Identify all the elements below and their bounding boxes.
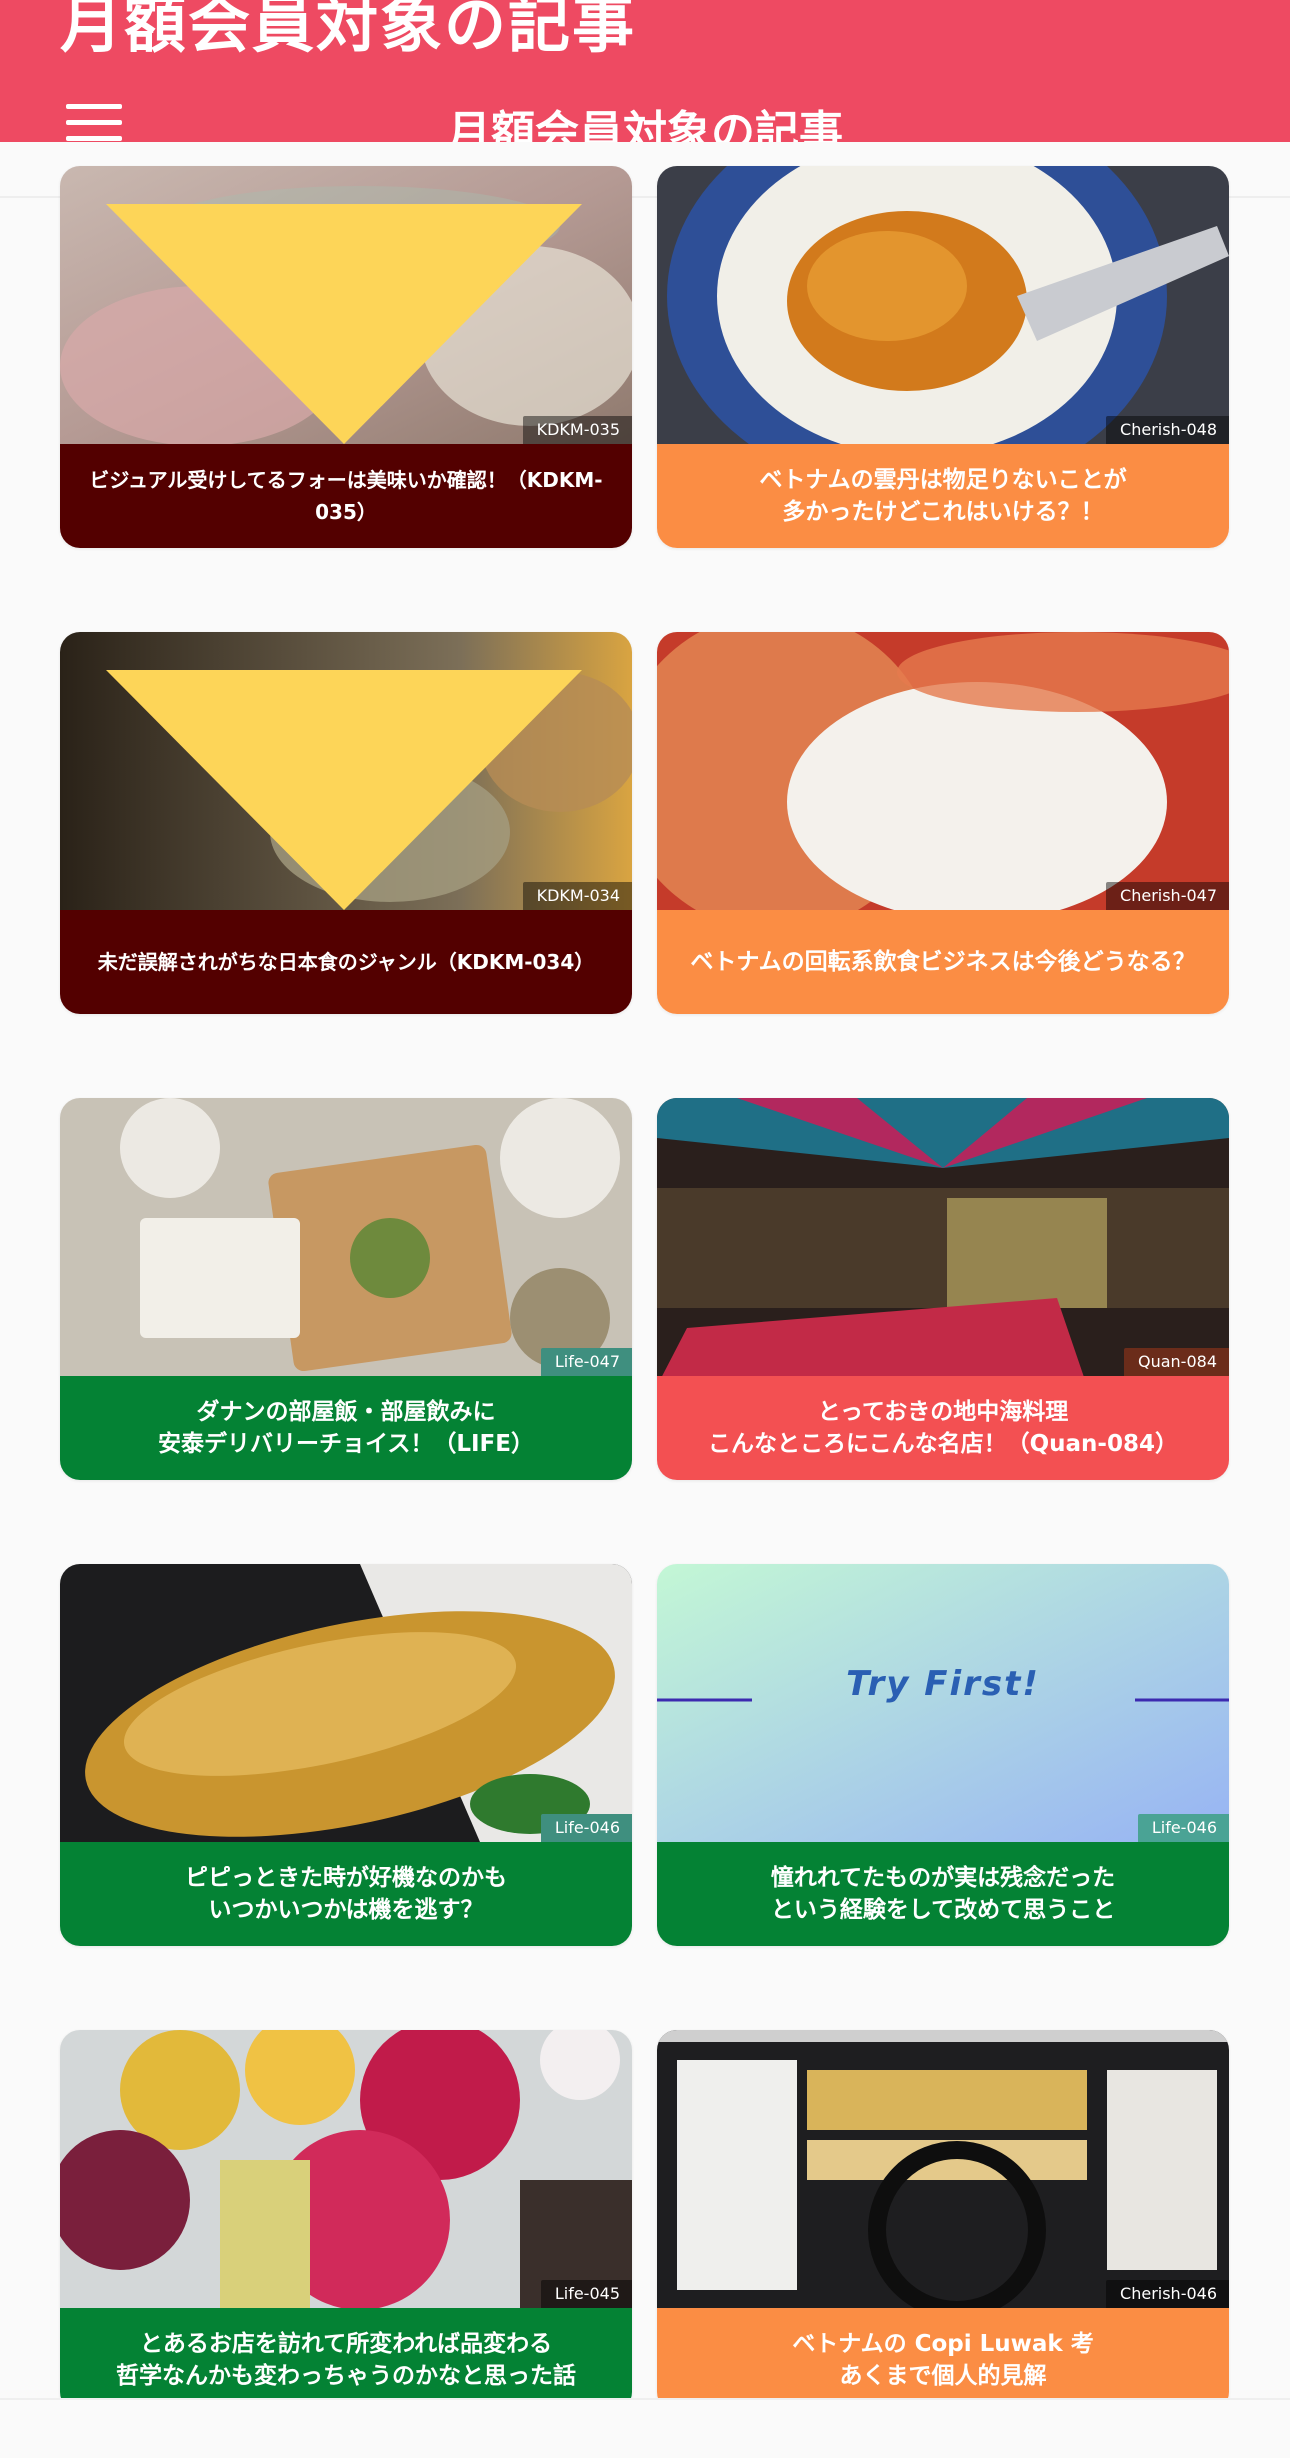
article-card-life-045[interactable]: Life-045 とあるお店を訪れて所変われば品変わる 哲学なんかも変わっちゃう… <box>60 2030 632 2412</box>
article-code-badge: Cherish-047 <box>1106 882 1229 910</box>
article-code-badge: KDKM-035 <box>522 416 632 444</box>
article-thumbnail: Life-046 <box>60 1564 632 1842</box>
article-thumbnail: KDKM-034 <box>60 632 632 910</box>
article-code-badge: Life-045 <box>540 2280 632 2308</box>
article-thumbnail: KDKM-035 <box>60 166 632 444</box>
article-title: ベトナムの Copi Luwak 考 あくまで個人的見解 <box>792 2331 1094 2389</box>
article-card-kdkm-035[interactable]: KDKM-035 ビジュアル受けしてるフォーは美味いか確認！（KDKM-035） <box>60 166 632 548</box>
article-code-badge: Life-046 <box>1137 1814 1229 1842</box>
article-title-bar: ベトナムの回転系飲食ビジネスは今後どうなる？ <box>657 910 1229 1014</box>
article-code-badge: Life-046 <box>540 1814 632 1842</box>
article-title: とっておきの地中海料理 こんなところにこんな名店！（Quan-084） <box>708 1399 1178 1457</box>
app-header: 月額会員対象の記事 月額会員対象の記事 <box>0 0 1290 142</box>
article-code-badge: Quan-084 <box>1124 1348 1229 1376</box>
article-card-quan-084[interactable]: Quan-084 とっておきの地中海料理 こんなところにこんな名店！（Quan-… <box>657 1098 1229 1480</box>
article-card-life-047[interactable]: Life-047 ダナンの部屋飯・部屋飲みに 安泰デリバリーチョイス！（LIFE… <box>60 1098 632 1480</box>
bottom-safe-area <box>0 2398 1290 2458</box>
article-card-life-046-b[interactable]: Try First! Life-046 憧れれてたものが実は残念だった という経… <box>657 1564 1229 1946</box>
article-title-bar: ピピっときた時が好機なのかも いつかいつかは機を逃す？ <box>60 1842 632 1946</box>
article-thumbnail: Try First! Life-046 <box>657 1564 1229 1842</box>
article-title-bar: 憧れれてたものが実は残念だった という経験をして改めて思うこと <box>657 1842 1229 1946</box>
article-title: ベトナムの回転系飲食ビジネスは今後どうなる？ <box>690 949 1196 975</box>
article-thumbnail: Cherish-048 <box>657 166 1229 444</box>
try-first-text: Try First! <box>846 1664 1040 1704</box>
article-title-bar: ビジュアル受けしてるフォーは美味いか確認！（KDKM-035） <box>60 444 632 548</box>
article-title-bar: ダナンの部屋飯・部屋飲みに 安泰デリバリーチョイス！（LIFE） <box>60 1376 632 1480</box>
article-code-badge: KDKM-034 <box>522 882 632 910</box>
article-title-bar: ベトナムの Copi Luwak 考 あくまで個人的見解 <box>657 2308 1229 2412</box>
article-title-bar: とあるお店を訪れて所変われば品変わる 哲学なんかも変わっちゃうのかなと思った話 <box>60 2308 632 2412</box>
article-card-cherish-048[interactable]: Cherish-048 ベトナムの雲丹は物足りないことが 多かったけどこれはいけ… <box>657 166 1229 548</box>
article-title: ビジュアル受けしてるフォーは美味いか確認！（KDKM-035） <box>89 468 603 524</box>
article-card-kdkm-034[interactable]: KDKM-034 未だ誤解されがちな日本食のジャンル（KDKM-034） <box>60 632 632 1014</box>
article-thumbnail: Quan-084 <box>657 1098 1229 1386</box>
article-title-bar: ベトナムの雲丹は物足りないことが 多かったけどこれはいける？！ <box>657 444 1229 548</box>
article-thumbnail: Cherish-047 <box>657 632 1229 910</box>
article-title: 憧れれてたものが実は残念だった という経験をして改めて思うこと <box>770 1865 1116 1923</box>
article-code-badge: Cherish-046 <box>1106 2280 1229 2308</box>
article-title: ピピっときた時が好機なのかも いつかいつかは機を逃す？ <box>185 1865 507 1923</box>
article-title: とあるお店を訪れて所変われば品変わる 哲学なんかも変わっちゃうのかなと思った話 <box>116 2331 576 2389</box>
article-title: ダナンの部屋飯・部屋飲みに 安泰デリバリーチョイス！（LIFE） <box>158 1399 534 1457</box>
page-title: 月額会員対象の記事 <box>447 107 843 142</box>
article-title-bar: 未だ誤解されがちな日本食のジャンル（KDKM-034） <box>60 910 632 1014</box>
article-card-life-046[interactable]: Life-046 ピピっときた時が好機なのかも いつかいつかは機を逃す？ <box>60 1564 632 1946</box>
article-code-badge: Life-047 <box>540 1348 632 1376</box>
article-thumbnail: Life-047 <box>60 1098 632 1376</box>
article-card-cherish-047[interactable]: Cherish-047 ベトナムの回転系飲食ビジネスは今後どうなる？ <box>657 632 1229 1014</box>
article-thumbnail: Cherish-046 <box>657 2030 1229 2308</box>
article-title: 未だ誤解されがちな日本食のジャンル（KDKM-034） <box>97 950 595 974</box>
article-title-bar: とっておきの地中海料理 こんなところにこんな名店！（Quan-084） <box>657 1376 1229 1480</box>
article-card-cherish-046[interactable]: Cherish-046 ベトナムの Copi Luwak 考 あくまで個人的見解 <box>657 2030 1229 2412</box>
article-title: ベトナムの雲丹は物足りないことが 多かったけどこれはいける？！ <box>759 467 1127 525</box>
article-thumbnail: Life-045 <box>60 2030 632 2308</box>
article-code-badge: Cherish-048 <box>1106 416 1229 444</box>
header-ghost-title: 月額会員対象の記事 <box>60 0 637 61</box>
